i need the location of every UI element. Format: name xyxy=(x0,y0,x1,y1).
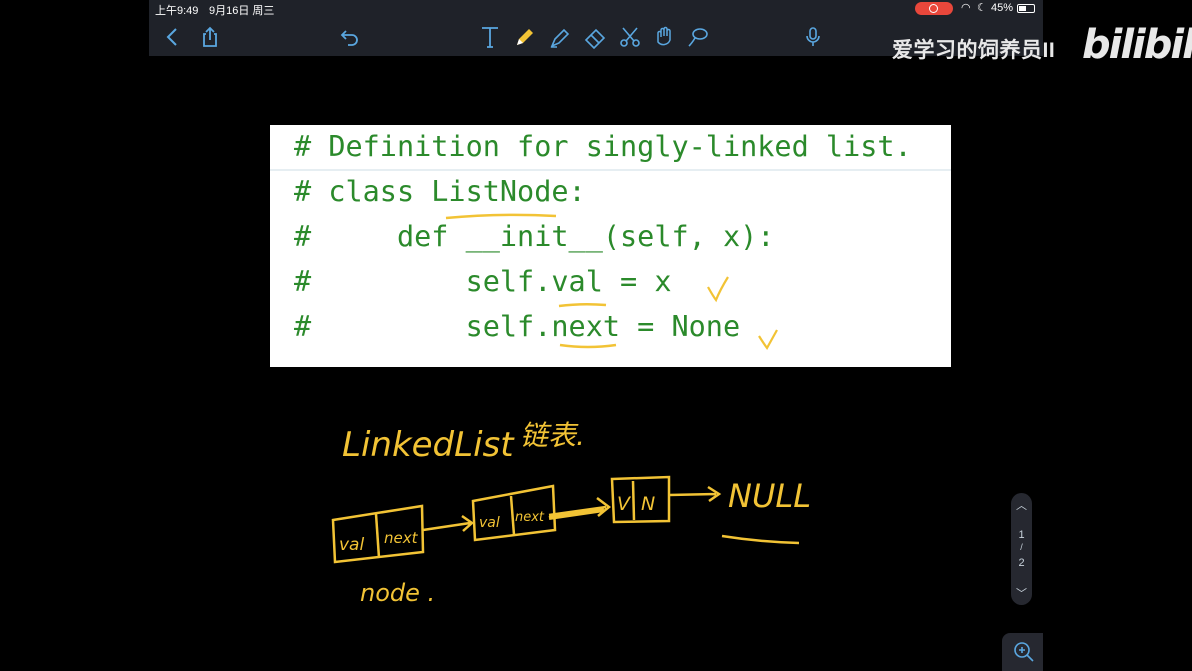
node1-val: val xyxy=(339,535,364,555)
node3-val: V xyxy=(617,493,632,515)
node-label: node . xyxy=(360,579,435,607)
node1-next: next xyxy=(384,529,419,547)
chinese-label: 链表. xyxy=(520,419,585,452)
null-label: NULL xyxy=(728,477,811,515)
arrow xyxy=(668,485,722,503)
node3-next: N xyxy=(641,493,655,515)
node2-next: next xyxy=(515,510,545,525)
zoom-in-icon xyxy=(1014,642,1034,662)
node3-divider xyxy=(631,480,636,521)
node1-divider xyxy=(374,513,381,559)
node2-divider xyxy=(509,495,516,536)
total-pages: 2 xyxy=(1018,557,1025,569)
chevron-down-icon[interactable]: ﹀ xyxy=(1011,585,1032,601)
null-underline xyxy=(721,534,800,545)
linkedlist-label: LinkedList xyxy=(342,425,515,465)
node2-val: val xyxy=(479,515,500,531)
page-navigator: ︿ 1 / 2 ﹀ xyxy=(1011,493,1032,605)
arrow xyxy=(422,514,475,532)
current-page: 1 xyxy=(1018,529,1025,541)
page-separator: / xyxy=(1020,542,1023,552)
zoom-button[interactable] xyxy=(1002,633,1043,671)
chevron-up-icon[interactable]: ︿ xyxy=(1011,497,1032,513)
